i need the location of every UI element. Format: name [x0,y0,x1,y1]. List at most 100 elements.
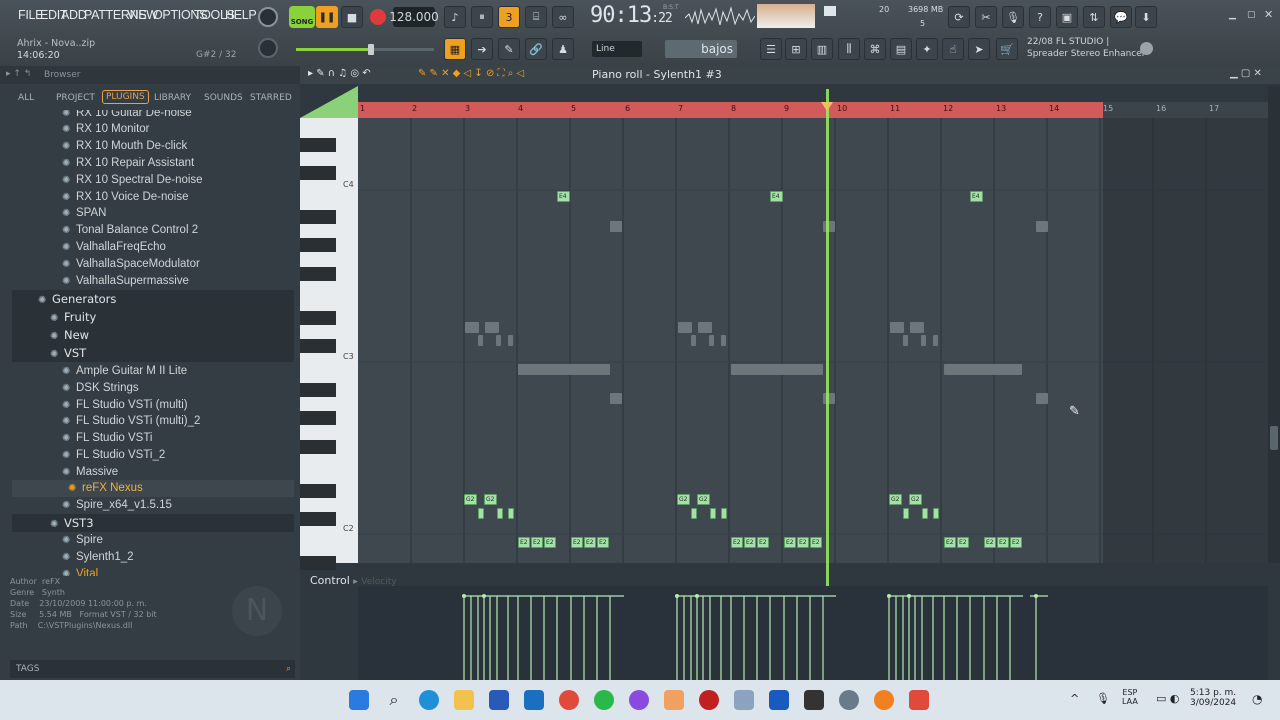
note-e4[interactable]: E4 [557,191,570,202]
note-e2[interactable]: E2 [584,537,596,548]
note-e2[interactable]: E2 [757,537,769,548]
folder-generators[interactable]: ✺ Generators [12,290,294,308]
maximize-icon[interactable]: ▢ [1247,10,1256,20]
tab-sounds[interactable]: SOUNDS [204,93,243,103]
link-icon[interactable]: 🔗 [525,38,547,60]
notification-icon[interactable]: ◔ [1252,692,1262,706]
song-mode-button[interactable]: SONG [289,6,315,28]
folder-new[interactable]: ✺ New [12,326,294,344]
snap-select[interactable]: Line [592,41,642,57]
tab-project[interactable]: PROJECT [56,93,95,103]
tab-library[interactable]: LIBRARY [154,93,191,103]
note-e2[interactable]: E2 [997,537,1009,548]
defender-icon[interactable] [769,690,789,710]
note-short[interactable] [508,508,514,519]
note-e2[interactable]: E2 [944,537,956,548]
list-item[interactable]: ✺ RX 10 Spectral De-noise [62,172,203,189]
chrome-icon[interactable] [559,690,579,710]
chat-icon[interactable]: 💬 [1110,6,1132,28]
tray-mic-icon[interactable]: 🎙 [1096,692,1110,705]
piano-roll-icon[interactable]: ▦ [444,38,466,60]
note-e2[interactable]: E2 [571,537,583,548]
fl-studio-icon[interactable] [874,690,894,710]
playlist-icon[interactable]: ☰ [760,38,782,60]
browser-tree-icon[interactable]: ⌘ [864,38,886,60]
menu-add[interactable]: ADD [61,8,87,22]
note-e2[interactable]: E2 [957,537,969,548]
list-item[interactable]: ✺ SPAN [62,205,106,222]
touch-icon[interactable]: ☝ [942,38,964,60]
folder-fruity[interactable]: ✺ Fruity [12,308,294,326]
search-icon[interactable]: ⌕ [384,690,404,710]
list-item[interactable]: ✺ Spire [62,532,103,549]
terminal-icon[interactable] [804,690,824,710]
list-item[interactable]: ✺ RX 10 Mouth De-click [62,138,187,155]
file-explorer-icon[interactable] [454,690,474,710]
tray-chevron-icon[interactable]: ^ [1070,692,1079,705]
zoom-corner[interactable] [300,86,358,118]
velocity-lane[interactable] [358,586,1268,680]
tags-bar[interactable]: TAGS ⌕ [10,660,295,678]
record-button[interactable] [367,6,389,28]
capture-icon[interactable] [909,690,929,710]
note-e2[interactable]: E2 [744,537,756,548]
note-short[interactable] [922,508,928,519]
channel-rack-icon[interactable]: ⊞ [785,38,807,60]
mic-icon[interactable]: 🎙 [1002,6,1024,28]
note-short[interactable] [933,508,939,519]
note-e2[interactable]: E2 [531,537,543,548]
play-button[interactable]: ❚❚ [316,6,338,28]
wait-input-icon[interactable]: ⏸ [471,6,493,28]
piano-icon[interactable]: ▥ [811,38,833,60]
note-short[interactable] [691,508,697,519]
save-icon[interactable]: ▣ [1056,6,1078,28]
list-item[interactable]: ✺ DSK Strings [62,380,139,397]
stamp-icon[interactable]: ♟ [552,38,574,60]
list-item[interactable]: ✺ RX 10 Monitor [62,121,150,138]
cart-icon[interactable]: 🛒 [996,38,1018,60]
playhead-marker-icon[interactable] [821,102,833,111]
note-e2[interactable]: E2 [810,537,822,548]
note-e2[interactable]: E2 [984,537,996,548]
folder-vst[interactable]: ✺ VST [12,344,294,362]
store-icon[interactable] [489,690,509,710]
note-e4[interactable]: E4 [770,191,783,202]
note-e2[interactable]: E2 [731,537,743,548]
metronome-icon[interactable]: ♪ [444,6,466,28]
list-item[interactable]: ✺ ValhallaSupermassive [62,273,189,290]
whatsapp-icon[interactable] [594,690,614,710]
browser-nav-icon[interactable]: ▸ ↑ ↰ [6,69,31,79]
note-g2[interactable]: G2 [677,494,690,505]
file-icon[interactable]: ▤ [890,38,912,60]
note-short[interactable] [710,508,716,519]
note-e4[interactable]: E4 [970,191,983,202]
master-volume-slider[interactable] [296,44,434,55]
minimize-icon[interactable]: ▁ [1229,10,1236,20]
arrow-icon[interactable]: ➔ [471,38,493,60]
list-item[interactable]: ✺ Sylenth1_2 [62,549,134,566]
list-item[interactable]: ✺ FL Studio VSTi (multi)_2 [62,413,200,430]
outlook-icon[interactable] [524,690,544,710]
tab-starred[interactable]: STARRED [250,93,292,103]
language-indicator[interactable]: ESP LAA [1122,688,1138,706]
mixer-icon[interactable]: ⫼ [838,38,860,60]
list-item[interactable]: ✺ RX 10 Repair Assistant [62,155,194,172]
list-item[interactable]: ✺ Ample Guitar M II Lite [62,363,187,380]
search-icon[interactable]: ⌕ [286,660,291,678]
mic2-icon[interactable]: ➤ [968,38,990,60]
messenger-icon[interactable] [629,690,649,710]
pattern-select[interactable]: bajos [665,40,737,58]
edge-icon[interactable] [419,690,439,710]
tempo-display[interactable]: 128.000 [389,7,439,27]
note-g2[interactable]: G2 [889,494,902,505]
download-icon[interactable]: ⬇ [1135,6,1157,28]
list-item[interactable]: ✺ FL Studio VSTi (multi) [62,397,188,414]
note-short[interactable] [721,508,727,519]
photos-icon[interactable] [734,690,754,710]
note-g2[interactable]: G2 [909,494,922,505]
note-e2[interactable]: E2 [1010,537,1022,548]
note-g2[interactable]: G2 [484,494,497,505]
cut-icon[interactable]: ✂ [975,6,997,28]
list-item-selected[interactable]: ✺ reFX Nexus [68,480,143,497]
piano-roll-window-controls[interactable]: ▁ ▢ ✕ [1230,68,1262,79]
